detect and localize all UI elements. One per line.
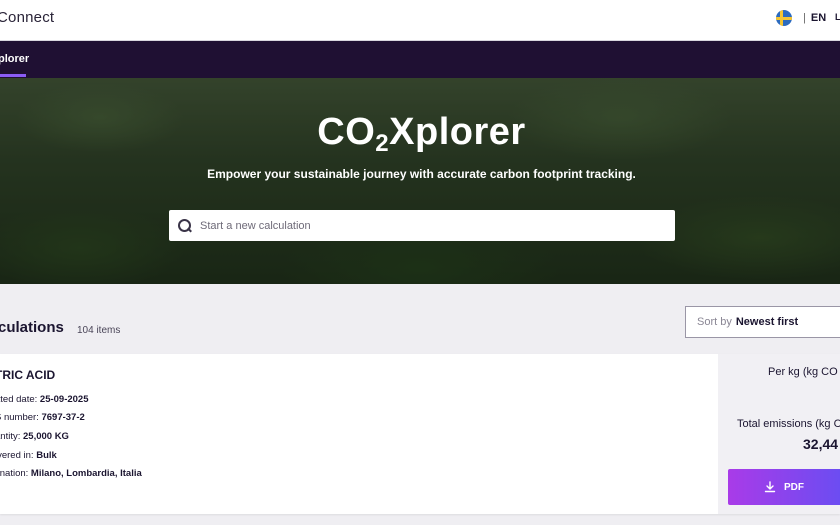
hero-title-subscript: 2 [375,130,390,157]
pdf-label: PDF [784,481,804,493]
list-header: culations 104 items Sort by Newest first [0,284,840,354]
detail-label: tination: [0,468,29,479]
active-tab-indicator [0,74,26,77]
top-bar: Connect | EN L [0,0,840,41]
detail-label: S number: [0,412,39,423]
search-input[interactable] [200,219,660,232]
product-name: TRIC ACID [0,368,56,382]
detail-value: 25,000 KG [23,431,69,442]
total-emissions-value: 32,44 [803,436,839,452]
user-menu[interactable]: L [835,12,840,22]
detail-label: ivered in: [0,450,34,461]
search-bar[interactable] [169,210,675,241]
calculation-card[interactable]: TRIC ACID ated date: 25-09-2025 S number… [0,354,840,514]
pdf-download-button[interactable]: PDF [728,469,840,505]
sweden-flag-icon [776,10,792,26]
detail-label: antity: [0,431,21,442]
hero-title-prefix: CO [317,111,376,153]
sort-dropdown[interactable]: Sort by Newest first [685,306,840,338]
hero-subtitle: Empower your sustainable journey with ac… [207,167,636,181]
per-kg-label: Per kg (kg CO [768,366,838,378]
main-nav: plorer [0,41,840,78]
language-switcher[interactable]: | EN [776,10,826,26]
detail-label: ated date: [0,394,38,405]
language-separator: | [803,12,806,24]
detail-destination: tination: Milano, Lombardia, Italia [0,468,142,479]
sort-value: Newest first [735,316,799,328]
download-icon [764,481,776,493]
detail-delivered-in: ivered in: Bulk [0,450,57,461]
detail-value: 7697-37-2 [41,412,85,423]
tab-co2xplorer[interactable]: plorer [0,41,29,78]
item-count: 104 items [77,325,121,336]
detail-cas-number: S number: 7697-37-2 [0,412,85,423]
language-code: EN [810,12,827,24]
hero-banner: CO2Xplorer Empower your sustainable jour… [0,78,840,284]
detail-value: 25-09-2025 [39,394,89,405]
detail-created-date: ated date: 25-09-2025 [0,394,89,405]
section-title: culations [0,319,64,336]
detail-value: Milano, Lombardia, Italia [30,468,142,479]
search-icon [178,218,192,233]
detail-value: Bulk [36,450,57,461]
hero-title: CO2Xplorer [0,111,840,158]
emissions-panel: Per kg (kg CO Total emissions (kg C 32,4… [718,354,840,514]
hero-overlay [0,78,840,284]
app-brand[interactable]: Connect [0,9,54,26]
detail-quantity: antity: 25,000 KG [0,431,69,442]
hero-title-suffix: Xplorer [389,111,526,153]
sort-label: Sort by [697,316,732,328]
total-emissions-label: Total emissions (kg C [737,418,840,430]
